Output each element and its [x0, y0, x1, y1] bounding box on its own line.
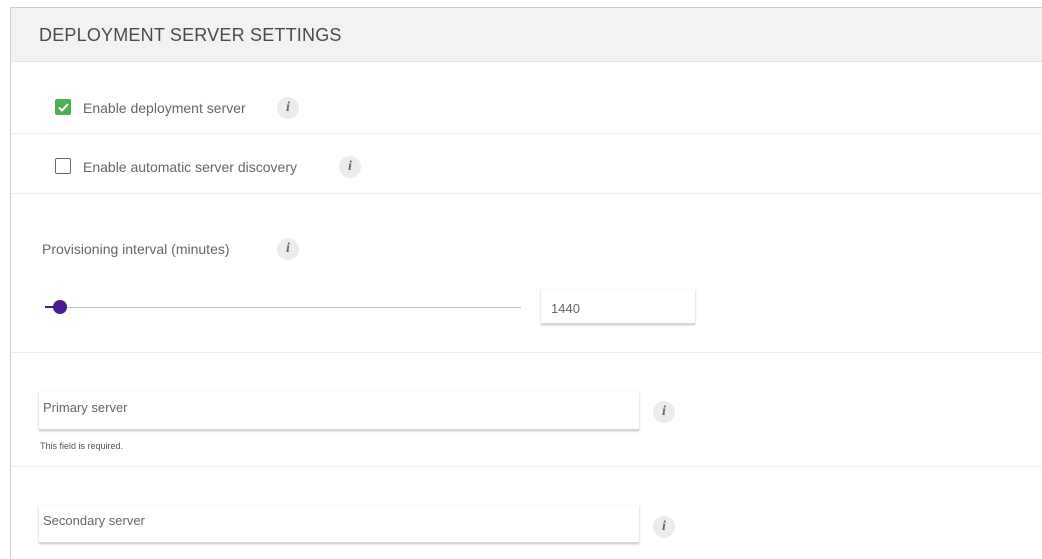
secondary-server-placeholder: Secondary server: [43, 513, 145, 528]
deployment-server-settings-panel: DEPLOYMENT SERVER SETTINGS Enable deploy…: [10, 7, 1042, 559]
enable-discovery-checkbox[interactable]: [55, 158, 71, 174]
primary-server-input[interactable]: Primary server: [39, 392, 639, 430]
info-icon[interactable]: i: [339, 156, 361, 178]
checkmark-icon: [58, 103, 69, 112]
divider: [11, 466, 1042, 467]
provisioning-interval-label: Provisioning interval (minutes): [42, 241, 230, 257]
provisioning-slider-track[interactable]: [45, 307, 521, 308]
enable-deployment-checkbox[interactable]: [55, 99, 71, 115]
info-icon[interactable]: i: [653, 401, 675, 423]
enable-deployment-label: Enable deployment server: [83, 100, 246, 116]
secondary-server-input[interactable]: Secondary server: [39, 505, 639, 543]
primary-server-required-hint: This field is required.: [40, 441, 124, 451]
enable-discovery-label: Enable automatic server discovery: [83, 159, 297, 175]
provisioning-interval-value: 1440: [551, 301, 580, 316]
provisioning-interval-input[interactable]: 1440: [541, 289, 695, 324]
provisioning-slider-thumb[interactable]: [53, 300, 67, 314]
divider: [11, 193, 1042, 194]
divider: [11, 133, 1042, 134]
divider: [11, 352, 1042, 353]
primary-server-placeholder: Primary server: [43, 400, 128, 415]
info-icon[interactable]: i: [653, 516, 675, 538]
info-icon[interactable]: i: [277, 238, 299, 260]
panel-title: DEPLOYMENT SERVER SETTINGS: [39, 25, 342, 45]
panel-header: DEPLOYMENT SERVER SETTINGS: [11, 8, 1042, 62]
info-icon[interactable]: i: [277, 97, 299, 119]
